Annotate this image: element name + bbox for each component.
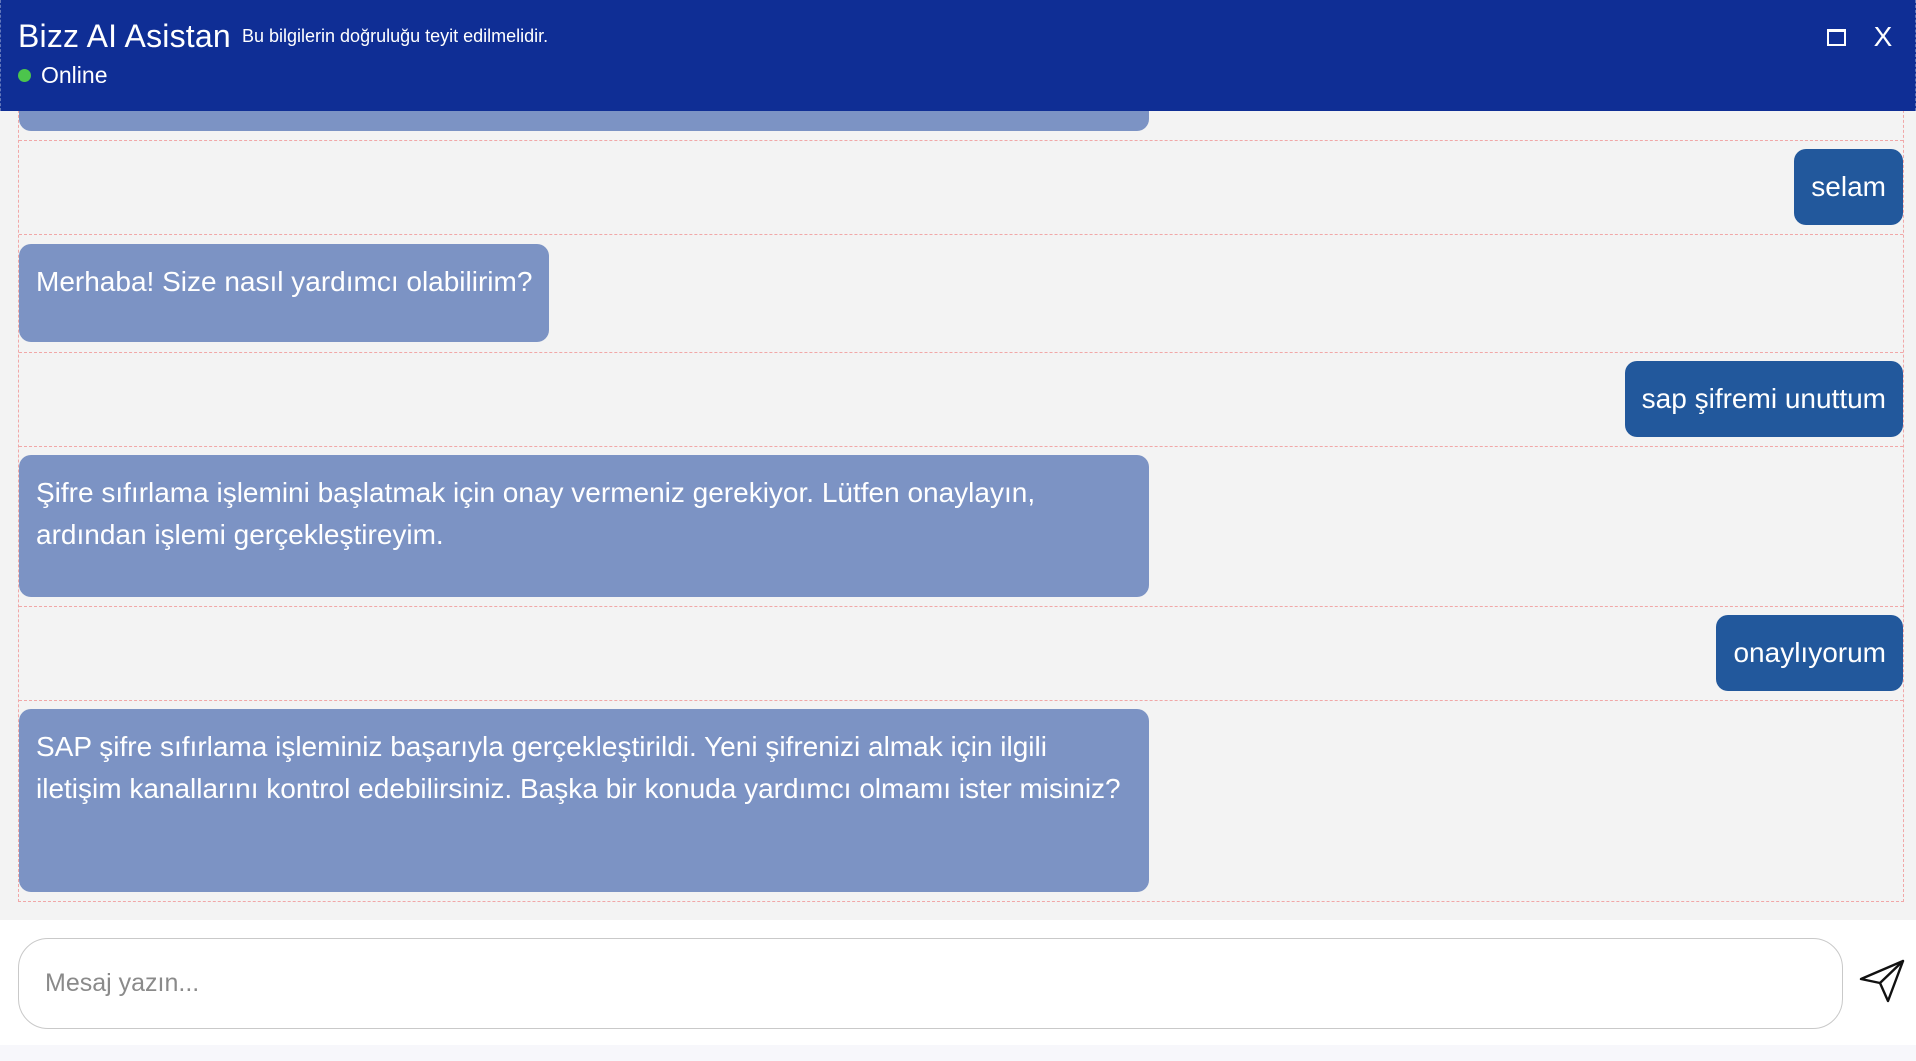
user-message-bubble: sap şifremi unuttum xyxy=(1624,361,1903,437)
close-icon[interactable]: X xyxy=(1870,20,1896,54)
chat-header: Bizz AI Asistan Bu bilgilerin doğruluğu … xyxy=(0,0,1916,111)
message-list[interactable]: selam Merhaba! Size nasıl yardımcı olabi… xyxy=(18,0,1904,902)
message-input[interactable] xyxy=(18,938,1843,1029)
status-label: Online xyxy=(41,62,108,88)
message-row: sap şifremi unuttum xyxy=(19,353,1903,447)
user-message-bubble: selam xyxy=(1794,149,1903,225)
message-row: Merhaba! Size nasıl yardımcı olabilirim? xyxy=(19,235,1903,353)
bottom-strip xyxy=(0,1045,1916,1061)
chat-window: selam Merhaba! Size nasıl yardımcı olabi… xyxy=(0,0,1916,1061)
app-title: Bizz AI Asistan xyxy=(18,18,231,54)
maximize-icon[interactable] xyxy=(1827,29,1846,46)
bot-message-bubble: Merhaba! Size nasıl yardımcı olabilirim? xyxy=(19,244,550,342)
message-row: SAP şifre sıfırlama işleminiz başarıyla … xyxy=(19,701,1903,902)
composer-bar xyxy=(0,920,1916,1061)
bot-message-bubble: Şifre sıfırlama işlemini başlatmak için … xyxy=(19,455,1149,597)
disclaimer-text: Bu bilgilerin doğruluğu teyit edilmelidi… xyxy=(242,26,549,46)
send-icon[interactable] xyxy=(1858,957,1906,1005)
message-row: onaylıyorum xyxy=(19,607,1903,701)
message-row: Şifre sıfırlama işlemini başlatmak için … xyxy=(19,447,1903,607)
online-status: Online xyxy=(18,62,107,89)
message-row: selam xyxy=(19,141,1903,235)
status-dot-icon xyxy=(18,69,31,82)
bot-message-bubble: SAP şifre sıfırlama işleminiz başarıyla … xyxy=(19,709,1149,892)
user-message-bubble: onaylıyorum xyxy=(1716,615,1903,691)
